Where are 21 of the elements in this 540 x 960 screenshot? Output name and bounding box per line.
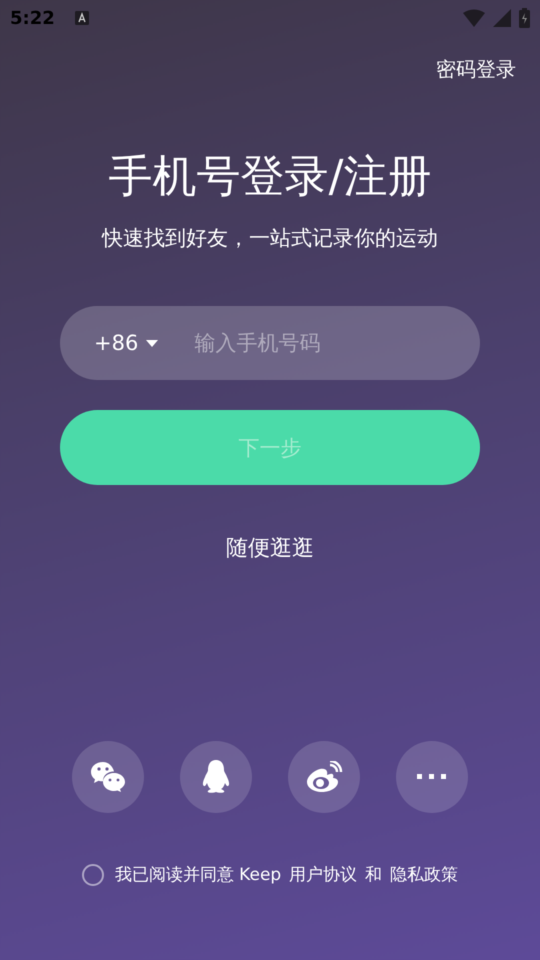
country-code-dropdown[interactable]: +86 bbox=[94, 331, 158, 355]
more-icon bbox=[417, 774, 447, 780]
signal-icon bbox=[493, 9, 511, 27]
weibo-eye-icon bbox=[305, 761, 343, 793]
phone-input-field[interactable]: +86 输入手机号码 bbox=[60, 306, 480, 380]
wifi-icon bbox=[463, 9, 485, 27]
caret-icon bbox=[146, 340, 158, 346]
subtitle: 快速找到好友，一站式记录你的运动 bbox=[102, 225, 438, 252]
conjunction-text: 和 bbox=[365, 864, 382, 886]
browse-link[interactable]: 随便逛逛 bbox=[226, 533, 314, 563]
password-login-link[interactable]: 密码登录 bbox=[436, 56, 516, 83]
battery-icon bbox=[519, 8, 530, 28]
notification-icon bbox=[74, 11, 89, 25]
privacy-link[interactable]: 隐私政策 bbox=[390, 863, 458, 886]
penguin-icon bbox=[201, 759, 231, 795]
terms-link[interactable]: 用户协议 bbox=[289, 863, 358, 886]
agreement-text: 我已阅读并同意 Keep bbox=[114, 864, 282, 886]
page-title: 手机号登录/注册 bbox=[108, 150, 432, 204]
agreement-checkbox[interactable] bbox=[82, 864, 104, 886]
status-time: 5:22 bbox=[10, 8, 55, 28]
chat-bubbles-icon bbox=[90, 761, 126, 793]
